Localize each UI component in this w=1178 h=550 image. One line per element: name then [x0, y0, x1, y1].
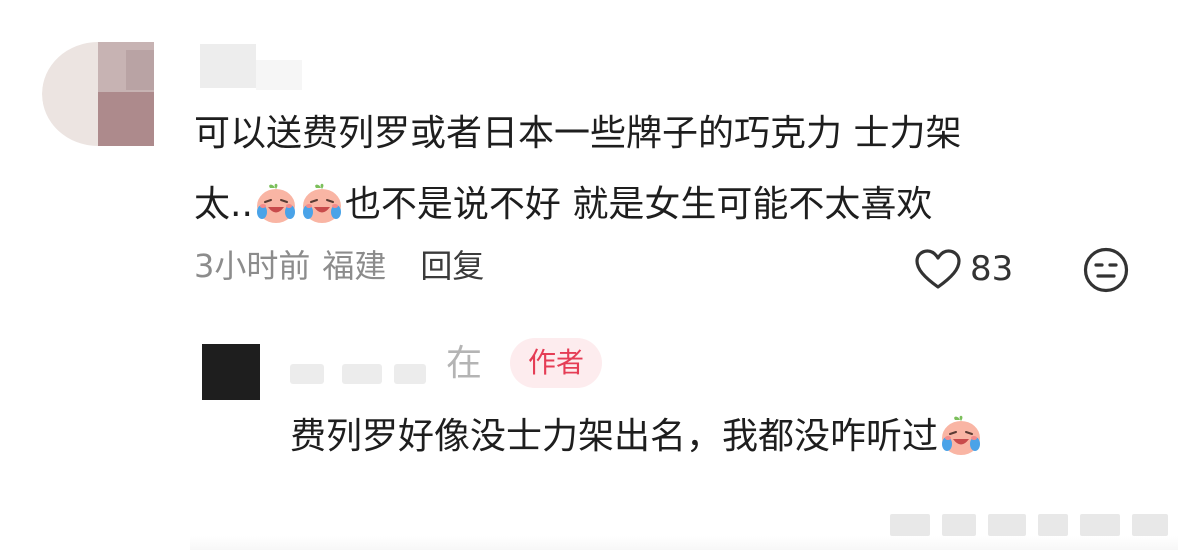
comment-timestamp: 3小时前 [194, 247, 311, 285]
heart-icon[interactable] [914, 248, 962, 290]
bottom-divider [190, 536, 1178, 550]
like-count: 83 [970, 249, 1014, 289]
replier-name-suffix: 在 [446, 343, 483, 384]
comment-text-line-1: 可以送费列罗或者日本一些牌子的巧克力 士力架 [194, 112, 961, 156]
crying-laughing-emoji-icon [299, 180, 345, 226]
replier-name-blurred[interactable] [262, 356, 432, 388]
comment-text-line-2: 太.. 也不是说不好 就是女生可能不太喜欢 [194, 180, 932, 227]
comment-meta-row: 3小时前 福建 回复 [194, 246, 484, 286]
reply-text-content: 费列罗好像没士力架出名，我都没咋听过 [290, 416, 939, 457]
commenter-name-blurred[interactable] [200, 44, 256, 88]
watermark-blurred [890, 508, 1172, 538]
comment-text-line-2-end: 也不是说不好 就是女生可能不太喜欢 [344, 184, 933, 225]
commenter-name-blurred-tail [256, 60, 302, 90]
comment-text-line-2-start: 太.. [194, 184, 253, 225]
crying-laughing-emoji-icon [938, 412, 984, 458]
author-badge: 作者 [510, 338, 603, 388]
comment-region: 福建 [322, 247, 387, 285]
comment-text-line-1-content: 可以送费列罗或者日本一些牌子的巧克力 士力架 [194, 113, 962, 154]
commenter-avatar[interactable] [42, 42, 154, 146]
crying-laughing-emoji-icon [253, 180, 299, 226]
reply-text: 费列罗好像没士力架出名，我都没咋听过 [290, 412, 984, 459]
meh-face-icon[interactable] [1082, 246, 1130, 294]
reply-button[interactable]: 回复 [420, 247, 484, 285]
replier-avatar[interactable] [202, 344, 260, 400]
